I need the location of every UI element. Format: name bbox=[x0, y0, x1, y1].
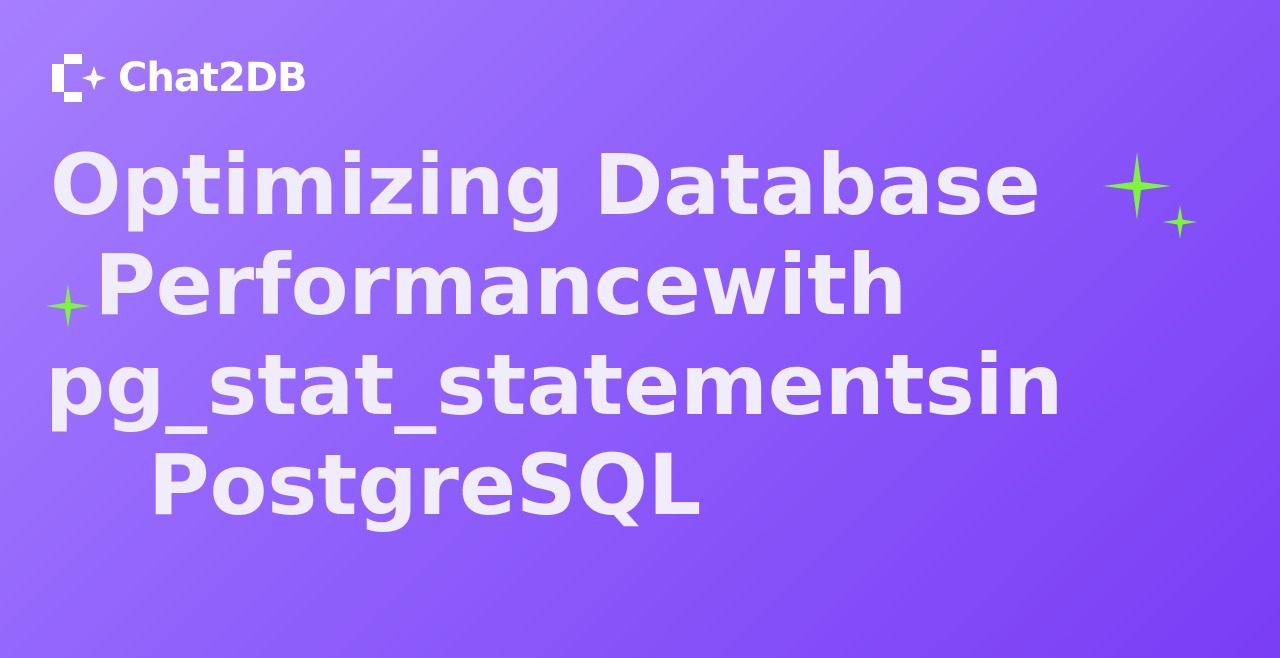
title-line-1: Optimizing Database bbox=[50, 136, 1041, 234]
brand-name: Chat2DB bbox=[118, 55, 307, 101]
sparkle-icon bbox=[1163, 205, 1197, 239]
sparkle-icon bbox=[46, 284, 90, 328]
brand-logo: Chat2DB bbox=[50, 52, 307, 104]
title-line-4: PostgreSQL bbox=[148, 436, 702, 534]
title-line-3: pg_stat_statementsin bbox=[45, 336, 1064, 434]
sparkle-icon bbox=[1103, 152, 1171, 220]
title-line-2: Performancewith bbox=[65, 236, 908, 334]
chat2db-logo-icon bbox=[52, 54, 106, 102]
